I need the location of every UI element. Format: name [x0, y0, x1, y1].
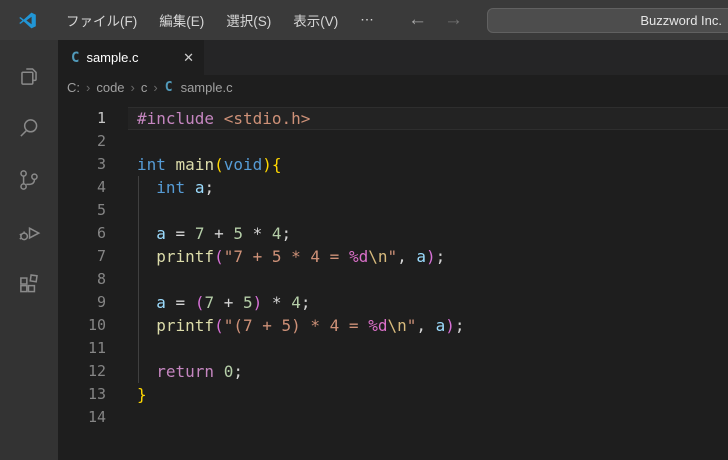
code-line[interactable]: 1 #include <stdio.h>: [58, 107, 728, 130]
code-line[interactable]: 2: [58, 130, 728, 153]
tab-close-icon[interactable]: ✕: [183, 50, 194, 66]
code-text: printf("(7 + 5) * 4 = %d\n", a);: [137, 314, 465, 337]
code-text: a = 7 + 5 * 4;: [137, 222, 291, 245]
menu-selection[interactable]: 選択(S): [215, 5, 282, 35]
code-line[interactable]: 3 int main(void){: [58, 153, 728, 176]
explorer-icon[interactable]: [5, 50, 53, 102]
line-number[interactable]: 11: [58, 337, 106, 360]
source-control-icon[interactable]: [5, 154, 53, 206]
tab-sample-c[interactable]: C sample.c ✕: [58, 40, 204, 75]
line-number[interactable]: 9: [58, 291, 106, 314]
code-line[interactable]: 4 int a;: [58, 176, 728, 199]
c-file-icon: C: [165, 80, 173, 95]
line-number[interactable]: 8: [58, 268, 106, 291]
code-line[interactable]: 14: [58, 406, 728, 429]
code-line[interactable]: 5: [58, 199, 728, 222]
code-text: a = (7 + 5) * 4;: [137, 291, 310, 314]
forward-arrow-icon[interactable]: →: [444, 0, 463, 40]
chevron-right-icon: ›: [127, 80, 139, 95]
vscode-window: ファイル(F) 編集(E) 選択(S) 表示(V) ⋯ ← → Buzzword…: [0, 0, 728, 460]
line-number[interactable]: 1: [58, 107, 106, 130]
extensions-icon[interactable]: [5, 258, 53, 310]
breadcrumb-c[interactable]: c: [139, 80, 150, 95]
search-icon[interactable]: [5, 102, 53, 154]
code-line[interactable]: 6 a = 7 + 5 * 4;: [58, 222, 728, 245]
menu-file[interactable]: ファイル(F): [55, 5, 148, 35]
back-arrow-icon[interactable]: ←: [408, 0, 427, 40]
code-lines: 1#include <stdio.h>23int main(void){4 in…: [58, 107, 728, 429]
line-number[interactable]: 14: [58, 406, 106, 429]
code-line[interactable]: 7 printf("7 + 5 * 4 = %d\n", a);: [58, 245, 728, 268]
code-line[interactable]: 13}: [58, 383, 728, 406]
code-text: #include <stdio.h>: [137, 107, 310, 130]
menu-edit[interactable]: 編集(E): [148, 5, 215, 35]
breadcrumb: C: › code › c › C sample.c: [58, 75, 728, 100]
activity-bar: [0, 40, 58, 460]
chevron-right-icon: ›: [149, 80, 161, 95]
code-text: return 0;: [137, 360, 243, 383]
line-number[interactable]: 5: [58, 199, 106, 222]
code-line[interactable]: 10 printf("(7 + 5) * 4 = %d\n", a);: [58, 314, 728, 337]
code-line[interactable]: 8: [58, 268, 728, 291]
breadcrumb-code[interactable]: code: [94, 80, 126, 95]
code-text: }: [137, 383, 147, 406]
code-line[interactable]: 12 return 0;: [58, 360, 728, 383]
line-number[interactable]: 4: [58, 176, 106, 199]
breadcrumb-drive[interactable]: C:: [65, 80, 82, 95]
c-file-icon: C: [71, 50, 79, 66]
line-number[interactable]: 7: [58, 245, 106, 268]
line-number[interactable]: 6: [58, 222, 106, 245]
chevron-right-icon: ›: [82, 80, 94, 95]
code-text: printf("7 + 5 * 4 = %d\n", a);: [137, 245, 445, 268]
line-number[interactable]: 2: [58, 130, 106, 153]
code-line[interactable]: 11: [58, 337, 728, 360]
code-line[interactable]: 9 a = (7 + 5) * 4;: [58, 291, 728, 314]
line-number[interactable]: 3: [58, 153, 106, 176]
code-editor[interactable]: 1#include <stdio.h>23int main(void){4 in…: [58, 100, 728, 460]
tab-label: sample.c: [86, 50, 175, 65]
code-text: int main(void){: [137, 153, 282, 176]
line-number[interactable]: 12: [58, 360, 106, 383]
vscode-logo-icon: [18, 11, 37, 30]
command-center-search[interactable]: Buzzword Inc.: [487, 8, 728, 33]
run-debug-icon[interactable]: [5, 206, 53, 258]
line-number[interactable]: 10: [58, 314, 106, 337]
menu-more-icon[interactable]: ⋯: [349, 7, 385, 33]
tab-bar: C sample.c ✕: [58, 40, 728, 75]
code-text: int a;: [137, 176, 214, 199]
breadcrumb-file[interactable]: sample.c: [179, 80, 235, 95]
menu-view[interactable]: 表示(V): [282, 5, 349, 35]
title-bar: ファイル(F) 編集(E) 選択(S) 表示(V) ⋯ ← → Buzzword…: [0, 0, 728, 40]
line-number[interactable]: 13: [58, 383, 106, 406]
